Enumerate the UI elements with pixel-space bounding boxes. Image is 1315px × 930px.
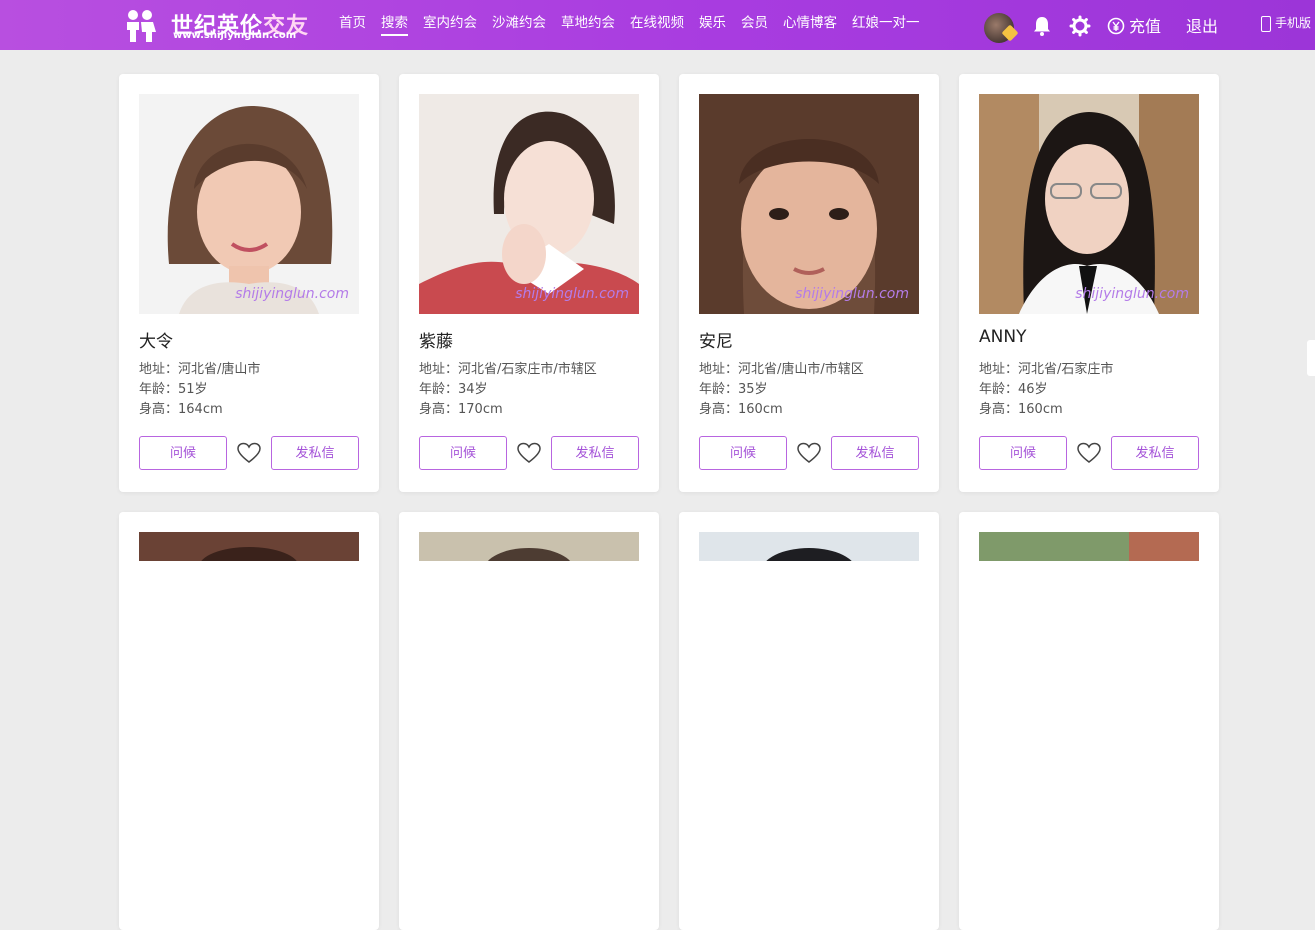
nav-online-video[interactable]: 在线视频	[630, 14, 684, 34]
watermark: shijiyinglun.com	[1075, 286, 1189, 302]
profile-age: 年龄：35岁	[699, 382, 768, 397]
greet-button[interactable]: 问候	[699, 436, 787, 470]
watermark: shijiyinglun.com	[235, 286, 349, 302]
nav-entertainment[interactable]: 娱乐	[699, 14, 726, 34]
profile-photo-image	[979, 94, 1199, 314]
top-navigation-bar: 世纪英伦交友 www.shijiyinglun.com 首页 搜索 室内约会 沙…	[0, 0, 1315, 50]
greet-button[interactable]: 问候	[139, 436, 227, 470]
logout-button[interactable]: 退出	[1186, 13, 1218, 37]
recharge-button[interactable]: 充值	[1107, 13, 1161, 37]
profile-card: shijiyinglun.com 大令 地址：河北省/唐山市 年龄：51岁 身高…	[119, 74, 379, 492]
profile-card: shijiyinglun.com ANNY 地址：河北省/石家庄市 年龄：46岁…	[959, 74, 1219, 492]
heart-icon[interactable]	[797, 442, 821, 464]
profile-age: 年龄：51岁	[139, 382, 208, 397]
profile-card: shijiyinglun.com 紫藤 地址：河北省/石家庄市/市辖区 年龄：3…	[399, 74, 659, 492]
profile-card: shijiyinglun.com 安尼 地址：河北省/唐山市/市辖区 年龄：35…	[679, 74, 939, 492]
profile-name[interactable]: 大令	[139, 327, 173, 352]
greet-button[interactable]: 问候	[419, 436, 507, 470]
profile-photo-image	[419, 94, 639, 314]
profile-photo[interactable]	[979, 532, 1199, 561]
main-nav: 首页 搜索 室内约会 沙滩约会 草地约会 在线视频 娱乐 会员 心情博客 红娘一…	[339, 14, 935, 36]
nav-search[interactable]: 搜索	[381, 14, 408, 36]
nav-indoor-date[interactable]: 室内约会	[423, 14, 477, 34]
send-message-button[interactable]: 发私信	[271, 436, 359, 470]
profile-photo[interactable]	[139, 532, 359, 561]
profile-photo[interactable]: shijiyinglun.com	[139, 94, 359, 314]
profile-photo[interactable]: shijiyinglun.com	[699, 94, 919, 314]
profile-height: 身高：160cm	[699, 402, 783, 417]
profile-age: 年龄：34岁	[419, 382, 488, 397]
profile-address: 地址：河北省/唐山市	[139, 362, 261, 377]
profile-name[interactable]: 安尼	[699, 327, 733, 352]
profile-photo-image	[139, 94, 359, 314]
send-message-button[interactable]: 发私信	[551, 436, 639, 470]
nav-lawn-date[interactable]: 草地约会	[561, 14, 615, 34]
site-url: www.shijiyinglun.com	[173, 30, 297, 41]
site-logo[interactable]: 世纪英伦交友 www.shijiyinglun.com	[124, 6, 324, 44]
profile-name[interactable]: 紫藤	[419, 327, 453, 352]
profile-photo[interactable]: shijiyinglun.com	[979, 94, 1199, 314]
nav-matchmaker[interactable]: 红娘一对一	[852, 14, 920, 34]
profile-photo-image	[699, 94, 919, 314]
yuan-icon	[1107, 17, 1125, 35]
profile-address: 地址：河北省/石家庄市/市辖区	[419, 362, 597, 377]
nav-beach-date[interactable]: 沙滩约会	[492, 14, 546, 34]
profile-name[interactable]: ANNY	[979, 327, 1026, 347]
profile-card	[399, 512, 659, 930]
nav-members[interactable]: 会员	[741, 14, 768, 34]
profile-address: 地址：河北省/石家庄市	[979, 362, 1114, 377]
watermark: shijiyinglun.com	[515, 286, 629, 302]
profile-photo-image	[979, 532, 1199, 561]
couple-logo-icon	[127, 10, 156, 42]
mobile-label: 手机版	[1275, 16, 1312, 30]
profile-card	[679, 512, 939, 930]
profile-age: 年龄：46岁	[979, 382, 1048, 397]
heart-icon[interactable]	[517, 442, 541, 464]
profile-height: 身高：160cm	[979, 402, 1063, 417]
send-message-button[interactable]: 发私信	[831, 436, 919, 470]
mobile-version-link[interactable]: 手机版	[1261, 14, 1311, 32]
profile-photo[interactable]	[699, 532, 919, 561]
bell-icon[interactable]	[1031, 15, 1053, 37]
watermark: shijiyinglun.com	[795, 286, 909, 302]
profile-photo[interactable]	[419, 532, 639, 561]
nav-home[interactable]: 首页	[339, 14, 366, 34]
side-float-tab[interactable]	[1307, 340, 1315, 376]
profile-card	[119, 512, 379, 930]
recharge-label: 充值	[1129, 17, 1162, 36]
nav-mood-blog[interactable]: 心情博客	[783, 14, 837, 34]
profile-address: 地址：河北省/唐山市/市辖区	[699, 362, 864, 377]
profile-height: 身高：164cm	[139, 402, 223, 417]
send-message-button[interactable]: 发私信	[1111, 436, 1199, 470]
profile-photo[interactable]: shijiyinglun.com	[419, 94, 639, 314]
phone-icon	[1261, 15, 1271, 32]
profile-photo-image	[419, 532, 639, 561]
greet-button[interactable]: 问候	[979, 436, 1067, 470]
profile-photo-image	[139, 532, 359, 561]
gear-icon[interactable]	[1069, 15, 1091, 37]
profile-height: 身高：170cm	[419, 402, 503, 417]
heart-icon[interactable]	[1077, 442, 1101, 464]
heart-icon[interactable]	[237, 442, 261, 464]
profile-card	[959, 512, 1219, 930]
profile-photo-image	[699, 532, 919, 561]
